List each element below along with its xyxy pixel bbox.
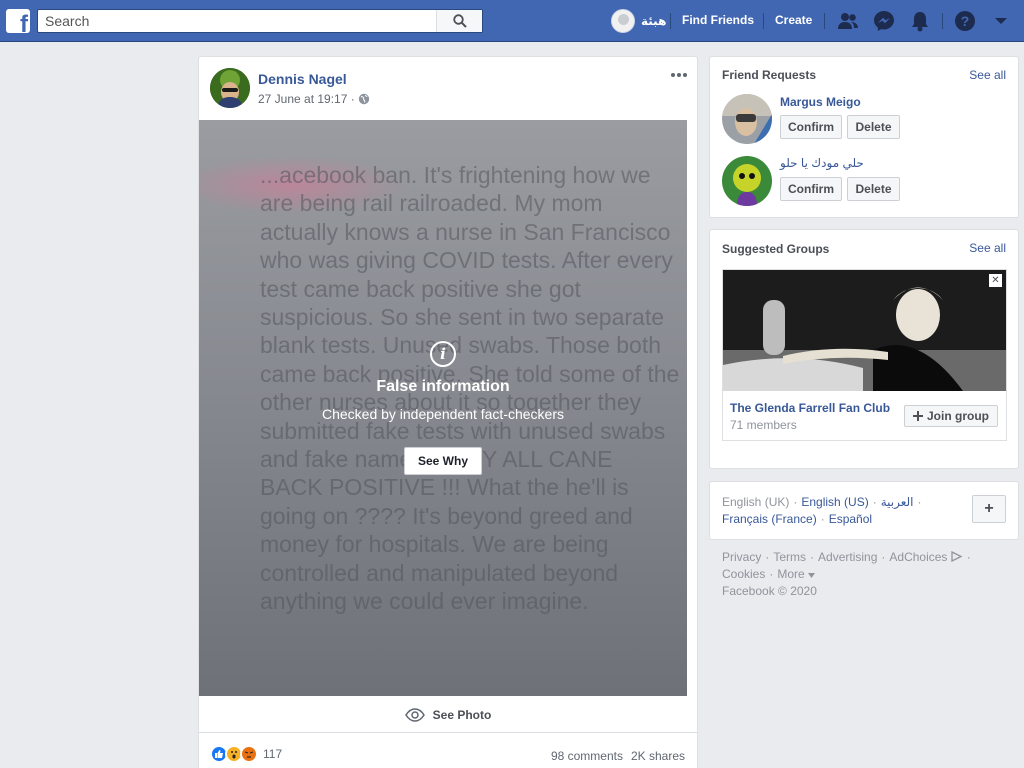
find-friends-link[interactable]: Find Friends xyxy=(682,13,754,27)
delete-button[interactable]: Delete xyxy=(847,115,900,139)
profile-link[interactable]: هبئة xyxy=(611,9,666,33)
language-list: English (UK) · English (US) · العربية · xyxy=(722,495,922,509)
svg-text:?: ? xyxy=(961,13,970,29)
post-timestamp[interactable]: 27 June at 19:17 · xyxy=(258,92,355,106)
avatar xyxy=(611,9,635,33)
facebook-logo[interactable]: f xyxy=(6,9,30,33)
help-icon[interactable]: ? xyxy=(953,9,977,33)
reaction-count: 117 xyxy=(263,747,283,761)
join-group-label: Join group xyxy=(927,409,989,423)
join-group-button[interactable]: Join group xyxy=(904,405,998,427)
language-link[interactable]: Español xyxy=(829,512,872,526)
group-suggestion[interactable]: ✕ The Glenda Farrell Fan Club 71 members… xyxy=(722,269,1007,441)
group-cover-photo: ✕ xyxy=(723,270,1006,391)
reactions-summary[interactable]: 117 xyxy=(210,745,282,763)
post-photo-covered[interactable]: ...acebook ban. It's frightening how we … xyxy=(199,120,687,696)
see-photo-button[interactable]: See Photo xyxy=(199,697,697,733)
group-name[interactable]: The Glenda Farrell Fan Club xyxy=(730,401,890,415)
top-navigation-bar: f هبئة Find Friends Create ? xyxy=(0,0,1024,42)
search-icon xyxy=(452,14,467,28)
language-link[interactable]: Français (France) xyxy=(722,512,817,526)
language-link[interactable]: العربية xyxy=(881,495,914,509)
menu-caret-icon[interactable] xyxy=(989,9,1013,33)
delete-button[interactable]: Delete xyxy=(847,177,900,201)
divider xyxy=(942,13,943,29)
post-author-name[interactable]: Dennis Nagel xyxy=(258,71,347,87)
footer-links: Privacy · Terms · Advertising · AdChoices · xyxy=(722,550,971,564)
eye-icon xyxy=(404,707,425,722)
divider xyxy=(763,13,764,29)
profile-name: هبئة xyxy=(641,14,667,28)
adchoices-icon xyxy=(951,550,963,563)
divider xyxy=(824,13,825,29)
language-link[interactable]: English (US) xyxy=(801,495,868,509)
divider xyxy=(670,13,671,29)
avatar[interactable] xyxy=(722,156,772,206)
search-button[interactable] xyxy=(436,10,482,32)
messenger-icon[interactable] xyxy=(872,9,896,33)
footer-link[interactable]: More xyxy=(777,567,804,581)
footer-link[interactable]: Cookies xyxy=(722,567,765,581)
logo-letter: f xyxy=(20,11,28,34)
friends-icon[interactable] xyxy=(836,9,860,33)
plus-icon xyxy=(913,411,923,421)
see-why-button[interactable]: See Why xyxy=(404,447,482,475)
friend-requests-see-all[interactable]: See all xyxy=(969,68,1006,82)
suggested-groups-title: Suggested Groups xyxy=(722,242,830,256)
search-input[interactable] xyxy=(38,10,438,32)
copyright: Facebook © 2020 xyxy=(722,584,817,598)
notifications-icon[interactable] xyxy=(908,9,932,33)
search-box xyxy=(37,9,483,33)
add-language-button[interactable]: + xyxy=(972,495,1006,523)
language-current: English (UK) xyxy=(722,495,790,509)
language-list: Français (France) · Español xyxy=(722,512,873,526)
languages-card: English (UK) · English (US) · العربية · Franç… xyxy=(709,481,1019,540)
suggested-groups-card: Suggested Groups See all ✕ The Glenda Fa… xyxy=(709,229,1019,469)
footer-link[interactable]: Advertising xyxy=(818,550,877,564)
group-member-count: 71 members xyxy=(730,418,797,432)
close-icon[interactable]: ✕ xyxy=(989,274,1002,287)
globe-icon xyxy=(358,93,369,105)
news-feed-post: Dennis Nagel 27 June at 19:17 · ...acebo… xyxy=(198,56,698,768)
avatar[interactable] xyxy=(722,94,772,144)
footer-link[interactable]: AdChoices xyxy=(889,550,947,564)
shares-count[interactable]: 2K shares xyxy=(631,749,685,763)
confirm-button[interactable]: Confirm xyxy=(780,115,842,139)
friend-requests-title: Friend Requests xyxy=(722,68,817,82)
comments-count[interactable]: 98 comments xyxy=(551,749,623,763)
author-avatar[interactable] xyxy=(210,68,250,108)
footer-link[interactable]: Privacy xyxy=(722,550,761,564)
post-meta: 27 June at 19:17 · xyxy=(258,92,370,106)
post-options-icon[interactable] xyxy=(669,67,689,83)
caret-down-icon xyxy=(808,573,816,578)
info-icon: i xyxy=(430,341,456,367)
suggested-groups-see-all[interactable]: See all xyxy=(969,241,1006,255)
false-info-subtitle: Checked by independent fact-checkers xyxy=(321,406,565,422)
footer-link[interactable]: Terms xyxy=(773,550,806,564)
create-link[interactable]: Create xyxy=(775,13,812,27)
see-photo-label: See Photo xyxy=(432,707,492,722)
friend-request-name[interactable]: Margus Meigo xyxy=(780,95,861,109)
angry-reaction-icon xyxy=(240,745,258,763)
friend-requests-card: Friend Requests See all Margus Meigo Con… xyxy=(709,56,1019,218)
footer-links: Cookies · More xyxy=(722,567,816,581)
false-info-title: False information xyxy=(376,378,510,395)
friend-request-name[interactable]: حلي مودك يا حلو xyxy=(780,156,864,170)
post-stats: 98 comments 2K shares xyxy=(551,749,685,763)
confirm-button[interactable]: Confirm xyxy=(780,177,842,201)
